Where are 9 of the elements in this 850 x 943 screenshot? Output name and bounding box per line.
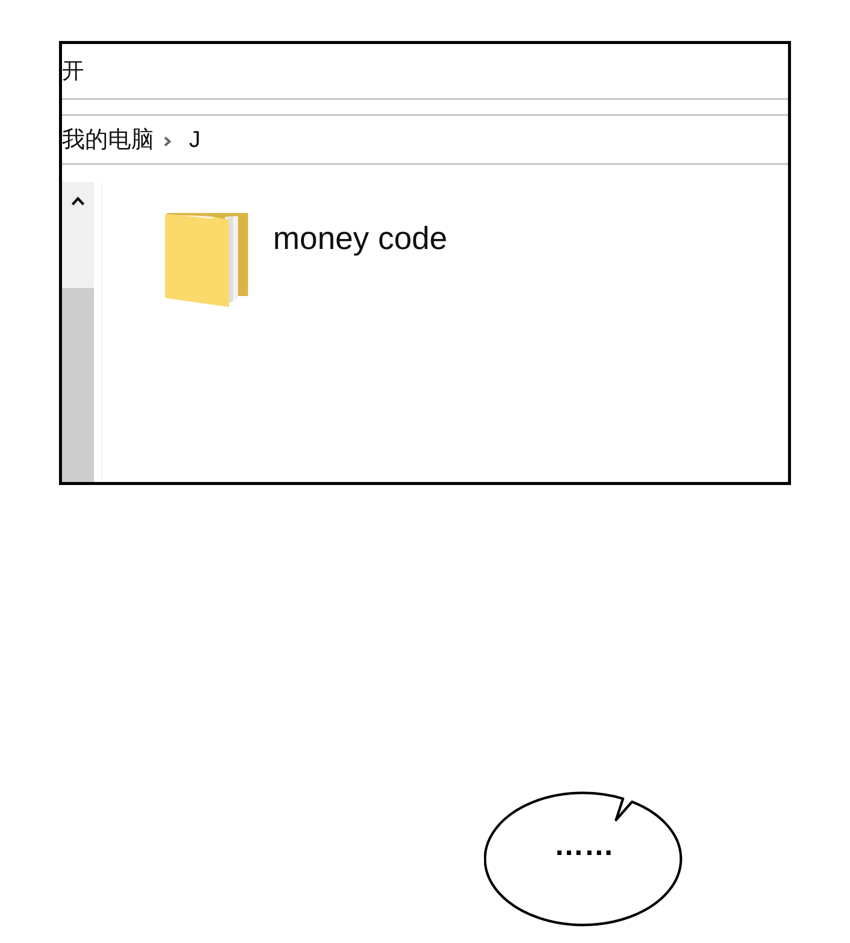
folder-icon <box>165 213 248 308</box>
folder-name[interactable]: money code <box>273 220 448 257</box>
window-title: 开 <box>62 58 84 84</box>
caret-up-icon <box>71 196 85 206</box>
breadcrumb-item[interactable]: 我的电脑 <box>62 126 154 154</box>
breadcrumb-item[interactable]: J <box>189 126 200 154</box>
chevron-right-icon <box>163 136 172 147</box>
bubble-text: …… <box>554 831 614 861</box>
scrollbar-thumb[interactable] <box>62 288 94 482</box>
